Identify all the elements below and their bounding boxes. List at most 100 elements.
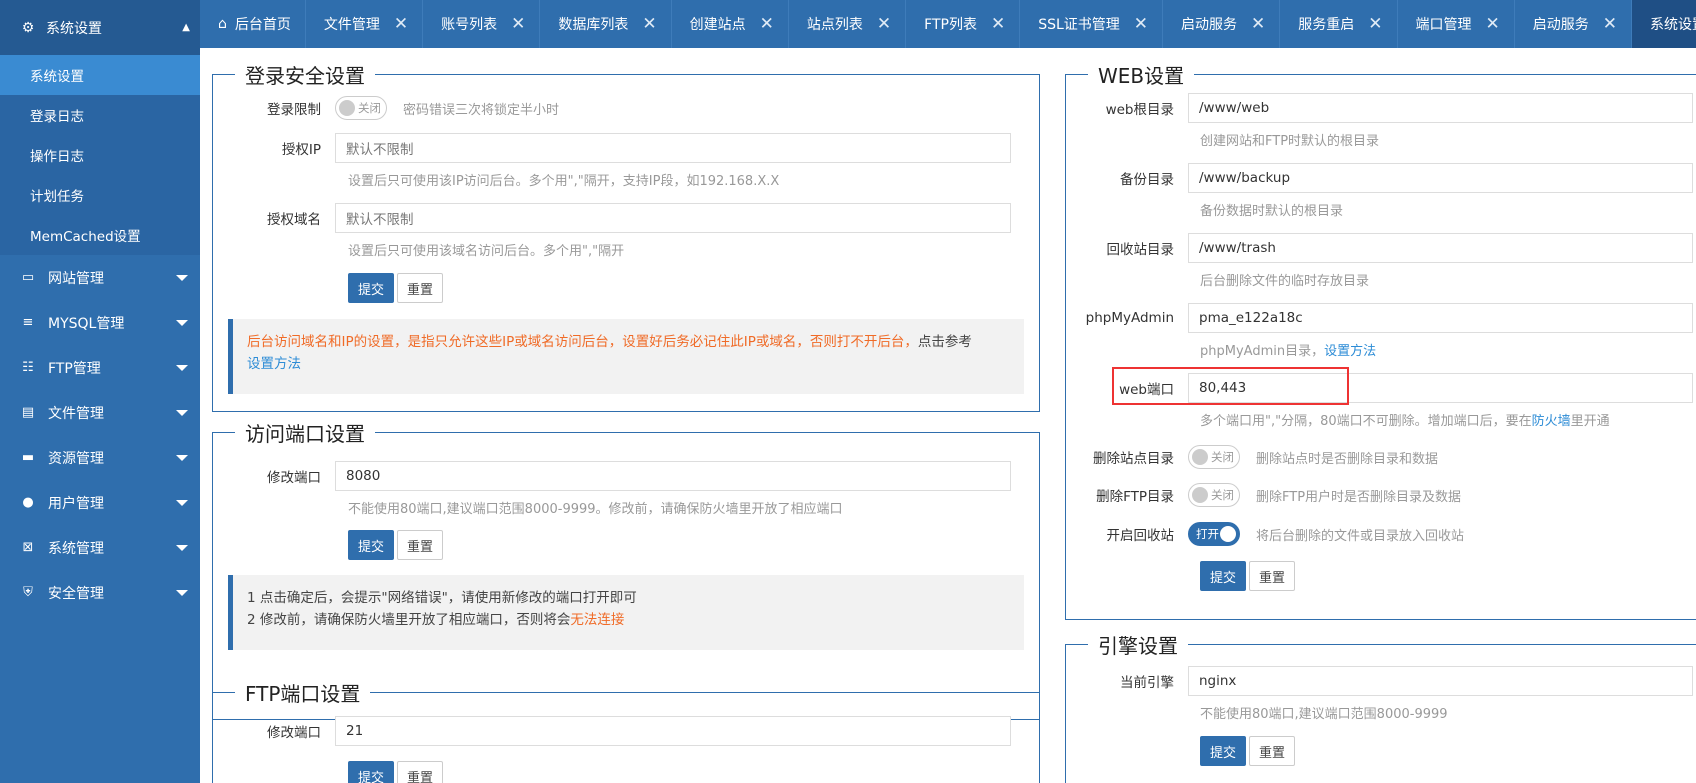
close-icon[interactable]: ✕ (877, 14, 891, 34)
engine-reset-button[interactable]: 重置 (1249, 736, 1296, 766)
close-icon[interactable]: ✕ (1603, 14, 1617, 34)
close-icon[interactable]: ✕ (991, 14, 1005, 34)
delete-ftp-dir-switch[interactable]: 关闭 (1188, 483, 1240, 507)
tab-site-list[interactable]: 站点列表 ✕ (789, 0, 907, 48)
sidebar-group-label: MYSQL管理 (48, 315, 125, 332)
close-icon[interactable]: ✕ (394, 14, 408, 34)
web-root-row: web根目录 /www/web (1065, 93, 1693, 123)
notice-line-1: 1 点击确定后，会提示"网络错误"，请使用新修改的端口打开即可 (247, 590, 637, 606)
switch-text: 打开 (1196, 527, 1219, 541)
sidebar-group-files[interactable]: ▤ 文件管理 (0, 390, 200, 435)
backup-dir-row: 备份目录 /www/backup (1065, 163, 1693, 193)
tab-port-manager[interactable]: 端口管理 ✕ (1398, 0, 1515, 48)
tab-label: 启动服务 (1532, 17, 1589, 33)
engine-input[interactable]: nginx (1188, 666, 1693, 696)
auth-ip-input[interactable]: 默认不限制 (335, 133, 1011, 163)
close-icon[interactable]: ✕ (1134, 14, 1148, 34)
close-icon[interactable]: ✕ (1368, 14, 1382, 34)
ftp-port-input[interactable]: 21 (335, 716, 1011, 746)
tab-label: 系统设置 (1650, 17, 1696, 33)
tab-account-list[interactable]: 账号列表 ✕ (423, 0, 541, 48)
close-icon[interactable]: ✕ (760, 14, 774, 34)
phpmyadmin-row: phpMyAdmin pma_e122a18c (1065, 303, 1693, 333)
trash-dir-label: 回收站目录 (1106, 242, 1175, 258)
tab-create-site[interactable]: 创建站点 ✕ (672, 0, 789, 48)
login-security-submit-button[interactable]: 提交 (348, 273, 395, 303)
sidebar-subitem-memcached[interactable]: MemCached设置 (0, 215, 200, 255)
sidebar-group-label: 资源管理 (48, 450, 104, 467)
home-icon: ⌂ (218, 16, 227, 32)
tab-ftp-list[interactable]: FTP列表 ✕ (906, 0, 1021, 48)
auth-domain-input[interactable]: 默认不限制 (335, 203, 1011, 233)
access-port-help: 不能使用80端口,建议端口范围8000-9999。修改前，请确保防火墙里开放了相… (348, 502, 843, 517)
sidebar-group-mysql[interactable]: ≡ MYSQL管理 (0, 300, 200, 345)
section-title: FTP端口设置 (245, 682, 361, 706)
server-icon: ▬ (21, 450, 35, 465)
section-title: 访问端口设置 (245, 422, 365, 446)
notice-line-2-warning: 无法连接 (570, 612, 625, 628)
delete-ftp-dir-desc: 删除FTP用户时是否删除目录及数据 (1256, 489, 1462, 505)
backup-dir-help: 备份数据时默认的根目录 (1200, 204, 1344, 219)
sidebar-top-system-settings[interactable]: ⚙ 系统设置 ▲ (0, 0, 200, 55)
close-icon[interactable]: ✕ (511, 14, 525, 34)
phpmyadmin-setup-link[interactable]: 设置方法 (1324, 344, 1376, 359)
ftp-port-reset-button[interactable]: 重置 (397, 761, 444, 783)
close-icon[interactable]: ✕ (642, 14, 656, 34)
firewall-link[interactable]: 防火墙 (1532, 414, 1571, 429)
sidebar-group-ftp[interactable]: ☷ FTP管理 (0, 345, 200, 390)
tab-start-service-2[interactable]: 启动服务 ✕ (1515, 0, 1633, 48)
sidebar-subitem-label: 计划任务 (30, 189, 84, 205)
sidebar-subitem-operation-log[interactable]: 操作日志 (0, 135, 200, 175)
chevron-up-icon: ▲ (182, 22, 190, 33)
caret-down-icon (176, 274, 188, 281)
tab-system-settings[interactable]: 系统设置 (1632, 0, 1696, 48)
recycle-bin-switch[interactable]: 打开 (1188, 522, 1240, 546)
tab-file-manager[interactable]: 文件管理 ✕ (306, 0, 424, 48)
auth-domain-help: 设置后只可使用该域名访问后台。多个用","隔开 (348, 244, 625, 259)
sidebar-group-users[interactable]: ● 用户管理 (0, 480, 200, 525)
access-port-reset-button[interactable]: 重置 (397, 530, 444, 560)
trash-dir-input[interactable]: /www/trash (1188, 233, 1693, 263)
sidebar-group-security[interactable]: ⛨ 安全管理 (0, 570, 200, 615)
file-icon: ▤ (21, 405, 35, 420)
tab-start-service[interactable]: 启动服务 ✕ (1163, 0, 1281, 48)
tab-restart-service[interactable]: 服务重启 ✕ (1280, 0, 1398, 48)
sidebar-subitem-cron[interactable]: 计划任务 (0, 175, 200, 215)
sidebar-subitem-system-settings[interactable]: 系统设置 (0, 55, 200, 95)
phpmyadmin-input[interactable]: pma_e122a18c (1188, 303, 1693, 333)
tab-database-list[interactable]: 数据库列表 ✕ (540, 0, 672, 48)
close-icon[interactable]: ✕ (1251, 14, 1265, 34)
recycle-bin-row: 开启回收站 打开 将后台删除的文件或目录放入回收站 (1065, 522, 1464, 546)
caret-down-icon (176, 409, 188, 416)
login-limit-switch[interactable]: 关闭 (335, 96, 387, 120)
main-content: 登录安全设置 登录限制 关闭 密码错误三次将锁定半小时 授权IP 默认不限制 设… (200, 48, 1696, 783)
backup-dir-label: 备份目录 (1120, 172, 1174, 188)
access-port-input[interactable]: 8080 (335, 461, 1011, 491)
web-settings-submit-button[interactable]: 提交 (1200, 561, 1247, 591)
sidebar-group-label: FTP管理 (48, 360, 101, 377)
caret-down-icon (176, 544, 188, 551)
sidebar-group-label: 安全管理 (48, 585, 104, 602)
section-title: 引擎设置 (1098, 634, 1178, 658)
access-port-submit-button[interactable]: 提交 (348, 530, 395, 560)
engine-submit-button[interactable]: 提交 (1200, 736, 1247, 766)
auth-domain-label: 授权域名 (267, 212, 321, 228)
notice-warning-text: 后台访问域名和IP的设置，是指只允许这些IP或域名访问后台，设置好后务必记住此I… (247, 334, 918, 350)
web-root-input[interactable]: /www/web (1188, 93, 1693, 123)
web-settings-reset-button[interactable]: 重置 (1249, 561, 1296, 591)
tab-home[interactable]: ⌂ 后台首页 (200, 0, 306, 48)
switch-knob (1192, 487, 1208, 503)
database-icon: ≡ (22, 315, 34, 330)
backup-dir-input[interactable]: /www/backup (1188, 163, 1693, 193)
close-icon[interactable]: ✕ (1486, 14, 1500, 34)
sidebar-group-resources[interactable]: ▬ 资源管理 (0, 435, 200, 480)
sidebar-group-website[interactable]: ▭ 网站管理 (0, 255, 200, 300)
web-port-help-suffix: 里开通 (1570, 414, 1610, 429)
tab-ssl-manager[interactable]: SSL证书管理 ✕ (1020, 0, 1164, 48)
login-security-reset-button[interactable]: 重置 (397, 273, 444, 303)
notice-setup-link[interactable]: 设置方法 (247, 356, 301, 372)
sidebar-subitem-login-log[interactable]: 登录日志 (0, 95, 200, 135)
ftp-port-submit-button[interactable]: 提交 (348, 761, 395, 783)
sidebar-group-system[interactable]: ⊠ 系统管理 (0, 525, 200, 570)
delete-site-dir-switch[interactable]: 关闭 (1188, 445, 1240, 469)
